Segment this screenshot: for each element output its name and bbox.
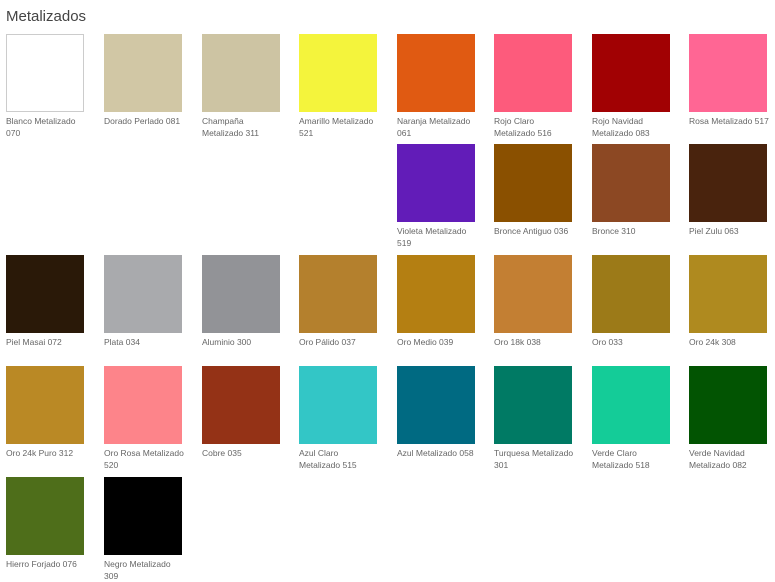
color-swatch[interactable] [592,255,670,333]
color-swatch-item[interactable]: Piel Masai 072 [6,255,84,348]
color-swatch-item[interactable]: Blanco Metalizado 070 [6,34,84,139]
swatch-label: Blanco Metalizado 070 [6,116,76,138]
swatch-label: Violeta Metalizado 519 [397,226,467,248]
color-swatch-item[interactable]: Plata 034 [104,255,182,348]
swatch-label: Plata 034 [104,337,140,347]
color-swatch-item[interactable]: Azul Claro Metalizado 515 [299,366,377,471]
color-swatch-item[interactable]: Violeta Metalizado 519 [397,144,475,249]
color-swatch-item[interactable]: Oro 033 [592,255,670,348]
color-swatch[interactable] [397,255,475,333]
color-swatch[interactable] [6,255,84,333]
color-swatch-item[interactable]: Rojo Navidad Metalizado 083 [592,34,670,139]
swatch-label: Verde Claro Metalizado 518 [592,448,650,470]
swatch-grid: Blanco Metalizado 070 Dorado Perlado 081 C… [6,34,771,582]
color-swatch-item[interactable]: Azul Metalizado 058 [397,366,475,459]
swatch-label: Cobre 035 [202,448,242,458]
color-swatch-item[interactable]: Oro Rosa Metalizado 520 [104,366,184,471]
color-swatch-item[interactable]: Verde Claro Metalizado 518 [592,366,670,471]
color-swatch-item[interactable]: Dorado Perlado 081 [104,34,182,127]
color-swatch-item[interactable]: Negro Metalizado 309 [104,477,182,582]
color-swatch[interactable] [397,366,475,444]
swatch-label: Rojo Navidad Metalizado 083 [592,116,650,138]
color-swatch-item[interactable]: Bronce 310 [592,144,670,237]
color-swatch[interactable] [397,34,475,112]
swatch-label: Oro Rosa Metalizado 520 [104,448,184,470]
swatch-label: Oro 18k 038 [494,337,541,347]
color-swatch-item[interactable]: Rosa Metalizado 517 [689,34,769,127]
color-swatch-item[interactable]: Naranja Metalizado 061 [397,34,475,139]
color-swatch[interactable] [689,144,767,222]
color-swatch[interactable] [299,255,377,333]
color-swatch[interactable] [592,366,670,444]
color-swatch[interactable] [104,255,182,333]
color-swatch-item[interactable]: Turquesa Metalizado 301 [494,366,574,471]
color-swatch-item[interactable]: Oro 24k 308 [689,255,767,348]
color-swatch[interactable] [494,144,572,222]
color-swatch-item[interactable]: Aluminio 300 [202,255,280,348]
color-swatch[interactable] [6,34,84,112]
swatch-label: Piel Masai 072 [6,337,62,347]
swatch-label: Oro 24k Puro 312 [6,448,74,458]
color-swatch-item[interactable]: Piel Zulu 063 [689,144,767,237]
color-swatch[interactable] [202,34,280,112]
swatch-label: Negro Metalizado 309 [104,559,171,581]
color-swatch[interactable] [689,255,767,333]
color-swatch-item[interactable]: Oro 18k 038 [494,255,572,348]
page-title: Metalizados [6,8,87,25]
swatch-label: Piel Zulu 063 [689,226,739,236]
swatch-label: Oro 033 [592,337,623,347]
color-swatch-item[interactable]: Verde Navidad Metalizado 082 [689,366,767,471]
color-swatch[interactable] [592,144,670,222]
color-swatch-item[interactable]: Champaña Metalizado 311 [202,34,280,139]
color-swatch[interactable] [6,366,84,444]
swatch-label: Aluminio 300 [202,337,252,347]
color-swatch-item[interactable]: Bronce Antiguo 036 [494,144,572,237]
swatch-label: Azul Claro Metalizado 515 [299,448,357,470]
color-swatch[interactable] [104,366,182,444]
swatch-label: Oro Medio 039 [397,337,454,347]
swatch-label: Rosa Metalizado 517 [689,116,769,126]
swatch-label: Bronce 310 [592,226,636,236]
color-swatch[interactable] [299,366,377,444]
swatch-label: Verde Navidad Metalizado 082 [689,448,747,470]
color-swatch-item[interactable]: Oro Pálido 037 [299,255,377,348]
color-swatch[interactable] [104,34,182,112]
color-swatch[interactable] [592,34,670,112]
swatch-label: Champaña Metalizado 311 [202,116,260,138]
color-swatch[interactable] [397,144,475,222]
swatch-label: Hierro Forjado 076 [6,559,77,569]
swatch-label: Azul Metalizado 058 [397,448,474,458]
color-swatch[interactable] [689,366,767,444]
color-swatch-item[interactable]: Hierro Forjado 076 [6,477,84,570]
color-swatch-item[interactable]: Oro Medio 039 [397,255,475,348]
color-swatch-item[interactable]: Oro 24k Puro 312 [6,366,84,459]
swatch-label: Turquesa Metalizado 301 [494,448,574,470]
swatch-label: Amarillo Metalizado 521 [299,116,374,138]
color-swatch[interactable] [202,366,280,444]
color-swatch[interactable] [104,477,182,555]
color-swatch-item[interactable]: Cobre 035 [202,366,280,459]
color-swatch[interactable] [299,34,377,112]
color-swatch[interactable] [202,255,280,333]
color-swatch[interactable] [494,255,572,333]
swatch-label: Oro 24k 308 [689,337,736,347]
swatch-label: Bronce Antiguo 036 [494,226,569,236]
color-swatch[interactable] [689,34,767,112]
color-swatch-item[interactable]: Rojo Claro Metalizado 516 [494,34,572,139]
swatch-label: Rojo Claro Metalizado 516 [494,116,552,138]
swatch-label: Naranja Metalizado 061 [397,116,471,138]
color-swatch[interactable] [494,366,572,444]
swatch-label: Dorado Perlado 081 [104,116,181,126]
color-swatch[interactable] [6,477,84,555]
color-swatch[interactable] [494,34,572,112]
color-swatch-item[interactable]: Amarillo Metalizado 521 [299,34,377,139]
swatch-label: Oro Pálido 037 [299,337,356,347]
